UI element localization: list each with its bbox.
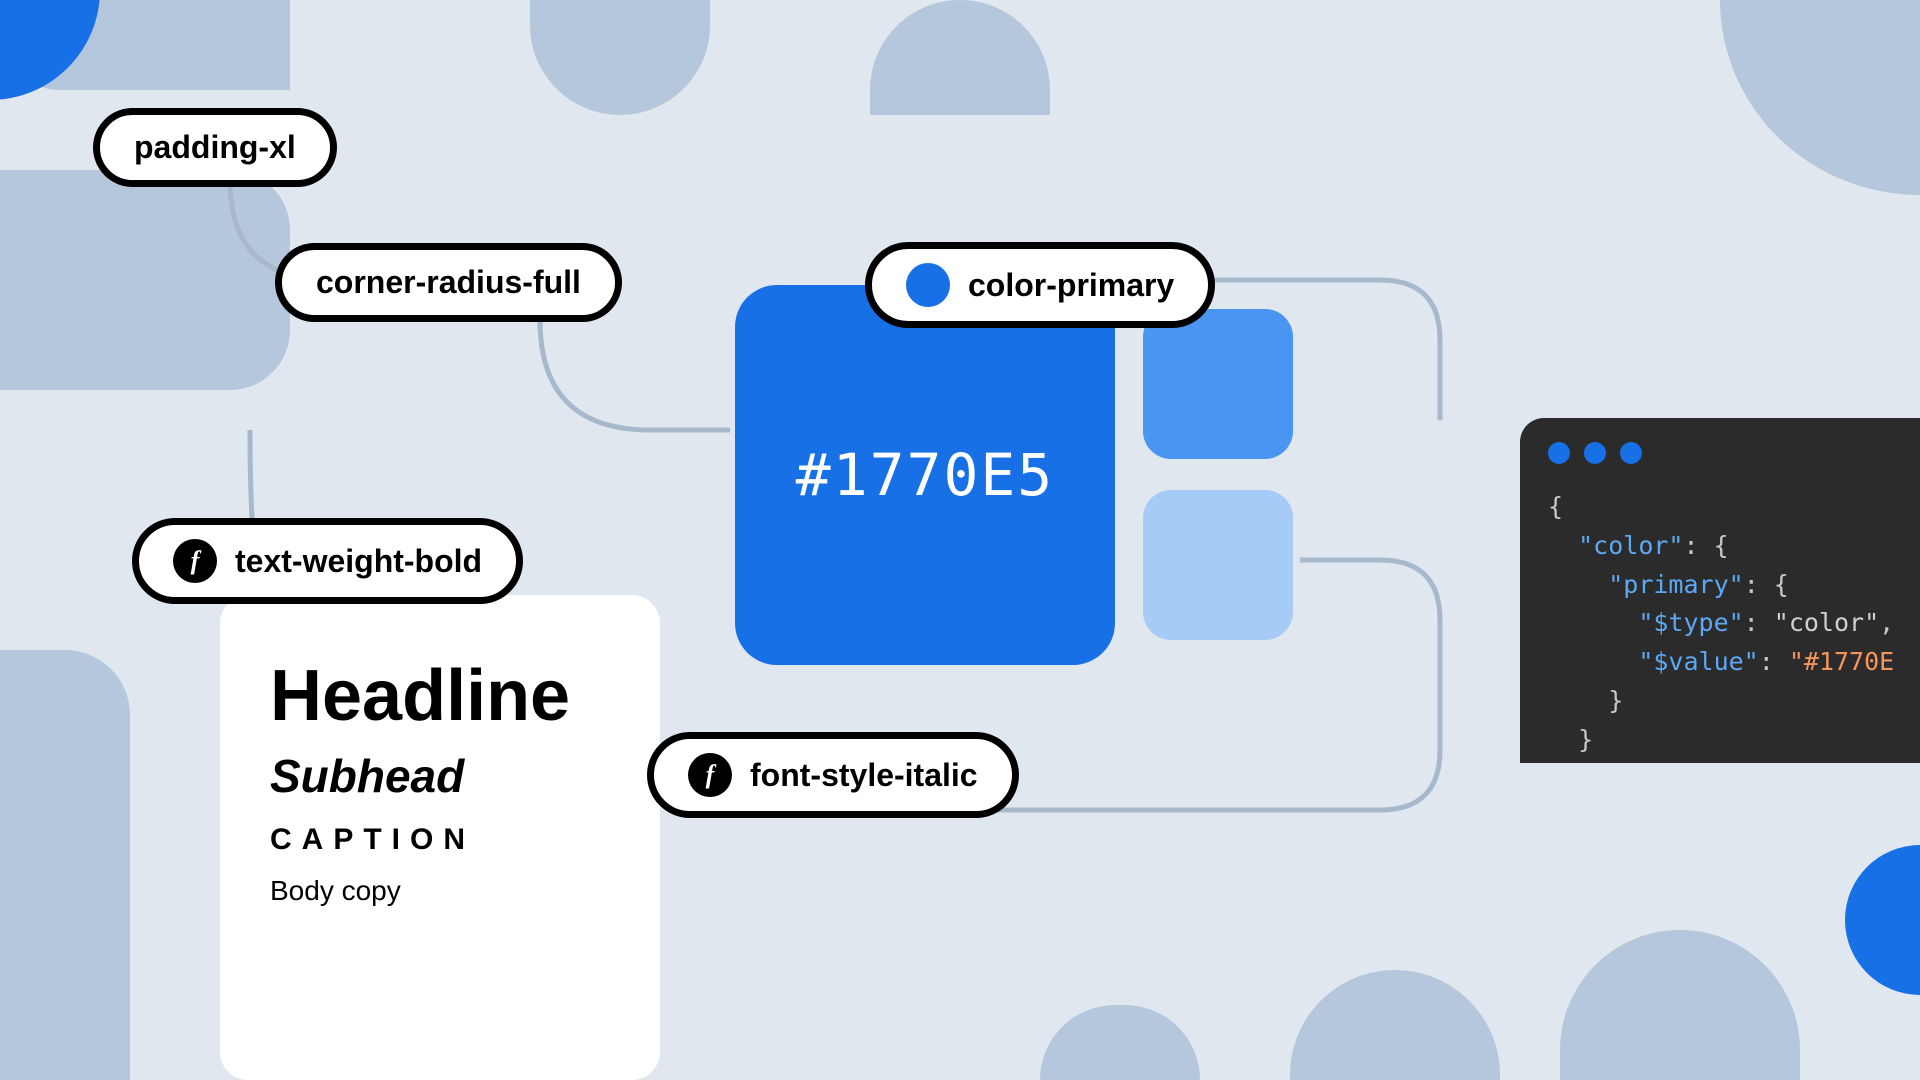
bg-decoration <box>530 0 710 115</box>
token-pill-font-style-italic: f font-style-italic <box>647 732 1019 818</box>
token-label: color-primary <box>968 267 1174 304</box>
code-editor-card: { "color": { "primary": { "$type": "colo… <box>1520 418 1920 763</box>
type-sample-body: Body copy <box>270 875 610 907</box>
color-dot-icon <box>906 263 950 307</box>
bg-decoration <box>870 0 1050 115</box>
bg-decoration <box>0 650 130 1080</box>
token-label: font-style-italic <box>750 757 978 794</box>
window-dot-icon <box>1584 442 1606 464</box>
token-label: text-weight-bold <box>235 543 482 580</box>
type-sample-caption: CAPTION <box>270 823 610 857</box>
token-label: padding-xl <box>134 129 296 166</box>
type-sample-subhead: Subhead <box>270 749 610 803</box>
bg-decoration <box>1560 930 1800 1080</box>
bg-decoration <box>1040 1005 1200 1080</box>
token-pill-color-primary: color-primary <box>865 242 1215 328</box>
bg-decoration <box>1720 0 1920 195</box>
typography-card: Headline Subhead CAPTION Body copy <box>220 595 660 1080</box>
token-pill-padding-xl: padding-xl <box>93 108 337 187</box>
token-pill-text-weight-bold: f text-weight-bold <box>132 518 523 604</box>
bg-decoration <box>1290 970 1500 1080</box>
type-sample-headline: Headline <box>270 655 610 737</box>
token-pill-corner-radius-full: corner-radius-full <box>275 243 622 322</box>
window-dot-icon <box>1620 442 1642 464</box>
token-label: corner-radius-full <box>316 264 581 301</box>
bg-decoration-accent <box>1845 845 1920 995</box>
color-swatch-variant-2 <box>1143 490 1293 640</box>
color-swatch-primary: #1770E5 <box>735 285 1115 665</box>
color-swatch-variant-1 <box>1143 309 1293 459</box>
bg-decoration <box>0 170 290 390</box>
window-dot-icon <box>1548 442 1570 464</box>
color-swatch-card: #1770E5 <box>735 285 1115 665</box>
code-content: { "color": { "primary": { "$type": "colo… <box>1548 488 1920 763</box>
font-icon: f <box>688 753 732 797</box>
window-controls <box>1548 442 1920 464</box>
font-icon: f <box>173 539 217 583</box>
color-hex-value: #1770E5 <box>796 441 1054 509</box>
